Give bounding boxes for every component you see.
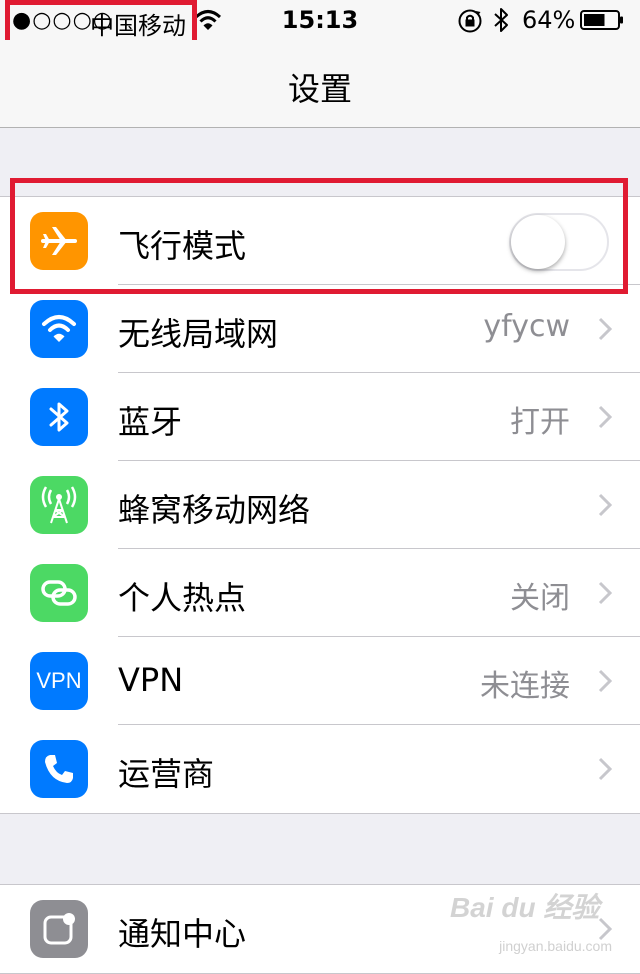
settings-row-vpn[interactable]: VPN VPN 未连接: [0, 637, 640, 725]
chevron-right-icon: [598, 669, 612, 693]
hotspot-link-icon: [30, 564, 88, 622]
airplane-mode-label: 飞行模式: [118, 227, 247, 265]
page-title: 设置: [287, 70, 352, 108]
wifi-icon: [30, 300, 88, 358]
chevron-right-icon: [598, 493, 612, 517]
baidu-watermark-logo: Bai du 经验: [450, 892, 600, 923]
settings-row-airplane-mode[interactable]: 飞行模式: [0, 197, 640, 285]
vpn-label: VPN: [118, 661, 184, 699]
navigation-bar: 设置: [0, 40, 640, 128]
battery-percentage: 64%: [522, 6, 576, 34]
cellular-antenna-icon: [30, 476, 88, 534]
settings-row-personal-hotspot[interactable]: 个人热点 关闭: [0, 549, 640, 637]
settings-row-wlan[interactable]: 无线局域网 yfycw: [0, 285, 640, 373]
vpn-icon: VPN: [30, 652, 88, 710]
wlan-label: 无线局域网: [118, 315, 279, 353]
airplane-mode-toggle[interactable]: [509, 213, 609, 271]
rotation-lock-icon: [458, 9, 482, 33]
personal-hotspot-value: 关闭: [510, 581, 570, 616]
baidu-watermark-url: jingyan.baidu.com: [499, 938, 612, 954]
bluetooth-value: 打开: [510, 405, 570, 440]
chevron-right-icon: [598, 757, 612, 781]
toggle-knob: [511, 215, 565, 269]
vpn-icon-text: VPN: [36, 668, 82, 693]
settings-row-cellular[interactable]: 蜂窝移动网络: [0, 461, 640, 549]
settings-row-carrier[interactable]: 运营商: [0, 725, 640, 813]
bluetooth-label: 蓝牙: [118, 403, 183, 441]
personal-hotspot-label: 个人热点: [118, 579, 247, 617]
status-bar: ●○○○○ 中国移动 15:13 64%: [0, 0, 640, 40]
cellular-label: 蜂窝移动网络: [118, 491, 311, 529]
bluetooth-status-icon: [494, 8, 508, 32]
notification-center-label: 通知中心: [118, 915, 247, 953]
chevron-right-icon: [598, 405, 612, 429]
chevron-right-icon: [598, 317, 612, 341]
notification-center-icon: [30, 900, 88, 958]
settings-row-bluetooth[interactable]: 蓝牙 打开: [0, 373, 640, 461]
vpn-value: 未连接: [480, 669, 570, 704]
airplane-icon: [30, 212, 88, 270]
wlan-value: yfycw: [483, 309, 570, 344]
bluetooth-icon: [30, 388, 88, 446]
battery-icon: [580, 10, 623, 30]
phone-icon: [30, 740, 88, 798]
carrier-label: 运营商: [118, 755, 215, 793]
chevron-right-icon: [598, 581, 612, 605]
settings-group-connectivity: 飞行模式 无线局域网 yfycw 蓝牙 打开 蜂窝移动网络 个人热点 关闭 VP…: [0, 196, 640, 814]
